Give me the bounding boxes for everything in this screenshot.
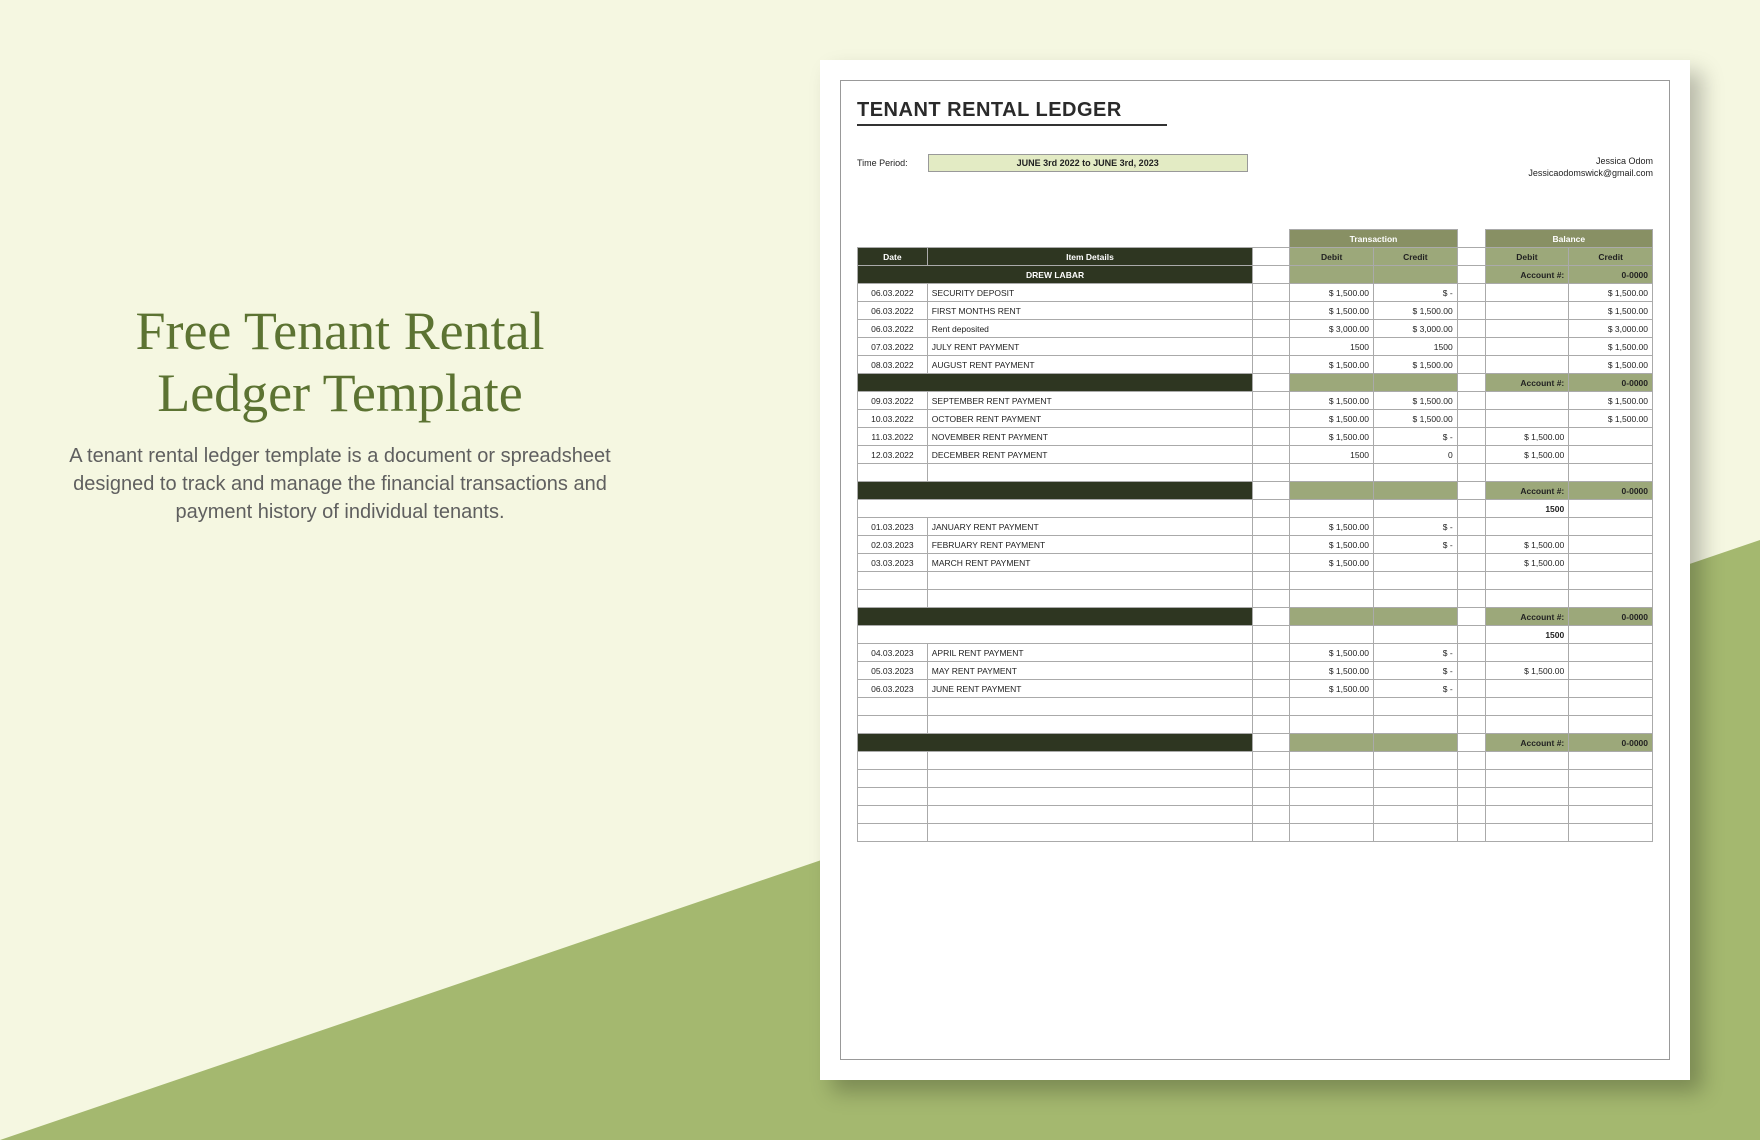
header-bal-debit: Debit [1485, 248, 1569, 266]
table-row [858, 572, 1653, 590]
table-row: 10.03.2022OCTOBER RENT PAYMENT$ 1,500.00… [858, 410, 1653, 428]
time-period-value: JUNE 3rd 2022 to JUNE 3rd, 2023 [928, 154, 1248, 172]
table-row [858, 806, 1653, 824]
header-trans-debit: Debit [1290, 248, 1374, 266]
header-date: Date [858, 248, 928, 266]
table-row [858, 698, 1653, 716]
document-preview: TENANT RENTAL LEDGER Time Period: JUNE 3… [820, 60, 1690, 1080]
document-inner: TENANT RENTAL LEDGER Time Period: JUNE 3… [840, 80, 1670, 1060]
header-transaction: Transaction [1290, 230, 1457, 248]
ledger-title: TENANT RENTAL LEDGER [857, 99, 1167, 126]
table-row: 03.03.2023MARCH RENT PAYMENT$ 1,500.00$ … [858, 554, 1653, 572]
table-row [858, 788, 1653, 806]
table-row [858, 464, 1653, 482]
table-row: 12.03.2022DECEMBER RENT PAYMENT15000$ 1,… [858, 446, 1653, 464]
table-row: 08.03.2022AUGUST RENT PAYMENT$ 1,500.00$… [858, 356, 1653, 374]
stage: Free Tenant Rental Ledger Template A ten… [0, 0, 1760, 1140]
table-row: 02.03.2023FEBRUARY RENT PAYMENT$ 1,500.0… [858, 536, 1653, 554]
table-row: 05.03.2023MAY RENT PAYMENT$ 1,500.00$ -$… [858, 662, 1653, 680]
table-row [858, 770, 1653, 788]
header-balance: Balance [1485, 230, 1652, 248]
table-row: 01.03.2023JANUARY RENT PAYMENT$ 1,500.00… [858, 518, 1653, 536]
promo-description: A tenant rental ledger template is a doc… [60, 442, 620, 526]
tenant-name: DREW LABAR [858, 266, 1253, 284]
table-row: 06.03.2022SECURITY DEPOSIT$ 1,500.00$ -$… [858, 284, 1653, 302]
ledger-table: TransactionBalanceDateItem DetailsDebitC… [857, 229, 1653, 842]
table-row: 11.03.2022NOVEMBER RENT PAYMENT$ 1,500.0… [858, 428, 1653, 446]
promo-text-block: Free Tenant Rental Ledger Template A ten… [60, 300, 620, 526]
table-row [858, 752, 1653, 770]
account-number: 0-0000 [1569, 266, 1653, 284]
table-row [858, 590, 1653, 608]
account-label: Account #: [1485, 266, 1569, 284]
table-row: 06.03.2022FIRST MONTHS RENT$ 1,500.00$ 1… [858, 302, 1653, 320]
header-trans-credit: Credit [1374, 248, 1458, 266]
table-row: 04.03.2023APRIL RENT PAYMENT$ 1,500.00$ … [858, 644, 1653, 662]
table-row: 09.03.2022SEPTEMBER RENT PAYMENT$ 1,500.… [858, 392, 1653, 410]
table-row [858, 716, 1653, 734]
table-row: 07.03.2022JULY RENT PAYMENT15001500$ 1,5… [858, 338, 1653, 356]
header-item: Item Details [927, 248, 1252, 266]
time-period-label: Time Period: [857, 158, 908, 168]
header-bal-credit: Credit [1569, 248, 1653, 266]
table-row [858, 824, 1653, 842]
table-row: 06.03.2022Rent deposited$ 3,000.00$ 3,00… [858, 320, 1653, 338]
promo-title: Free Tenant Rental Ledger Template [60, 300, 620, 424]
table-row: 06.03.2023JUNE RENT PAYMENT$ 1,500.00$ - [858, 680, 1653, 698]
